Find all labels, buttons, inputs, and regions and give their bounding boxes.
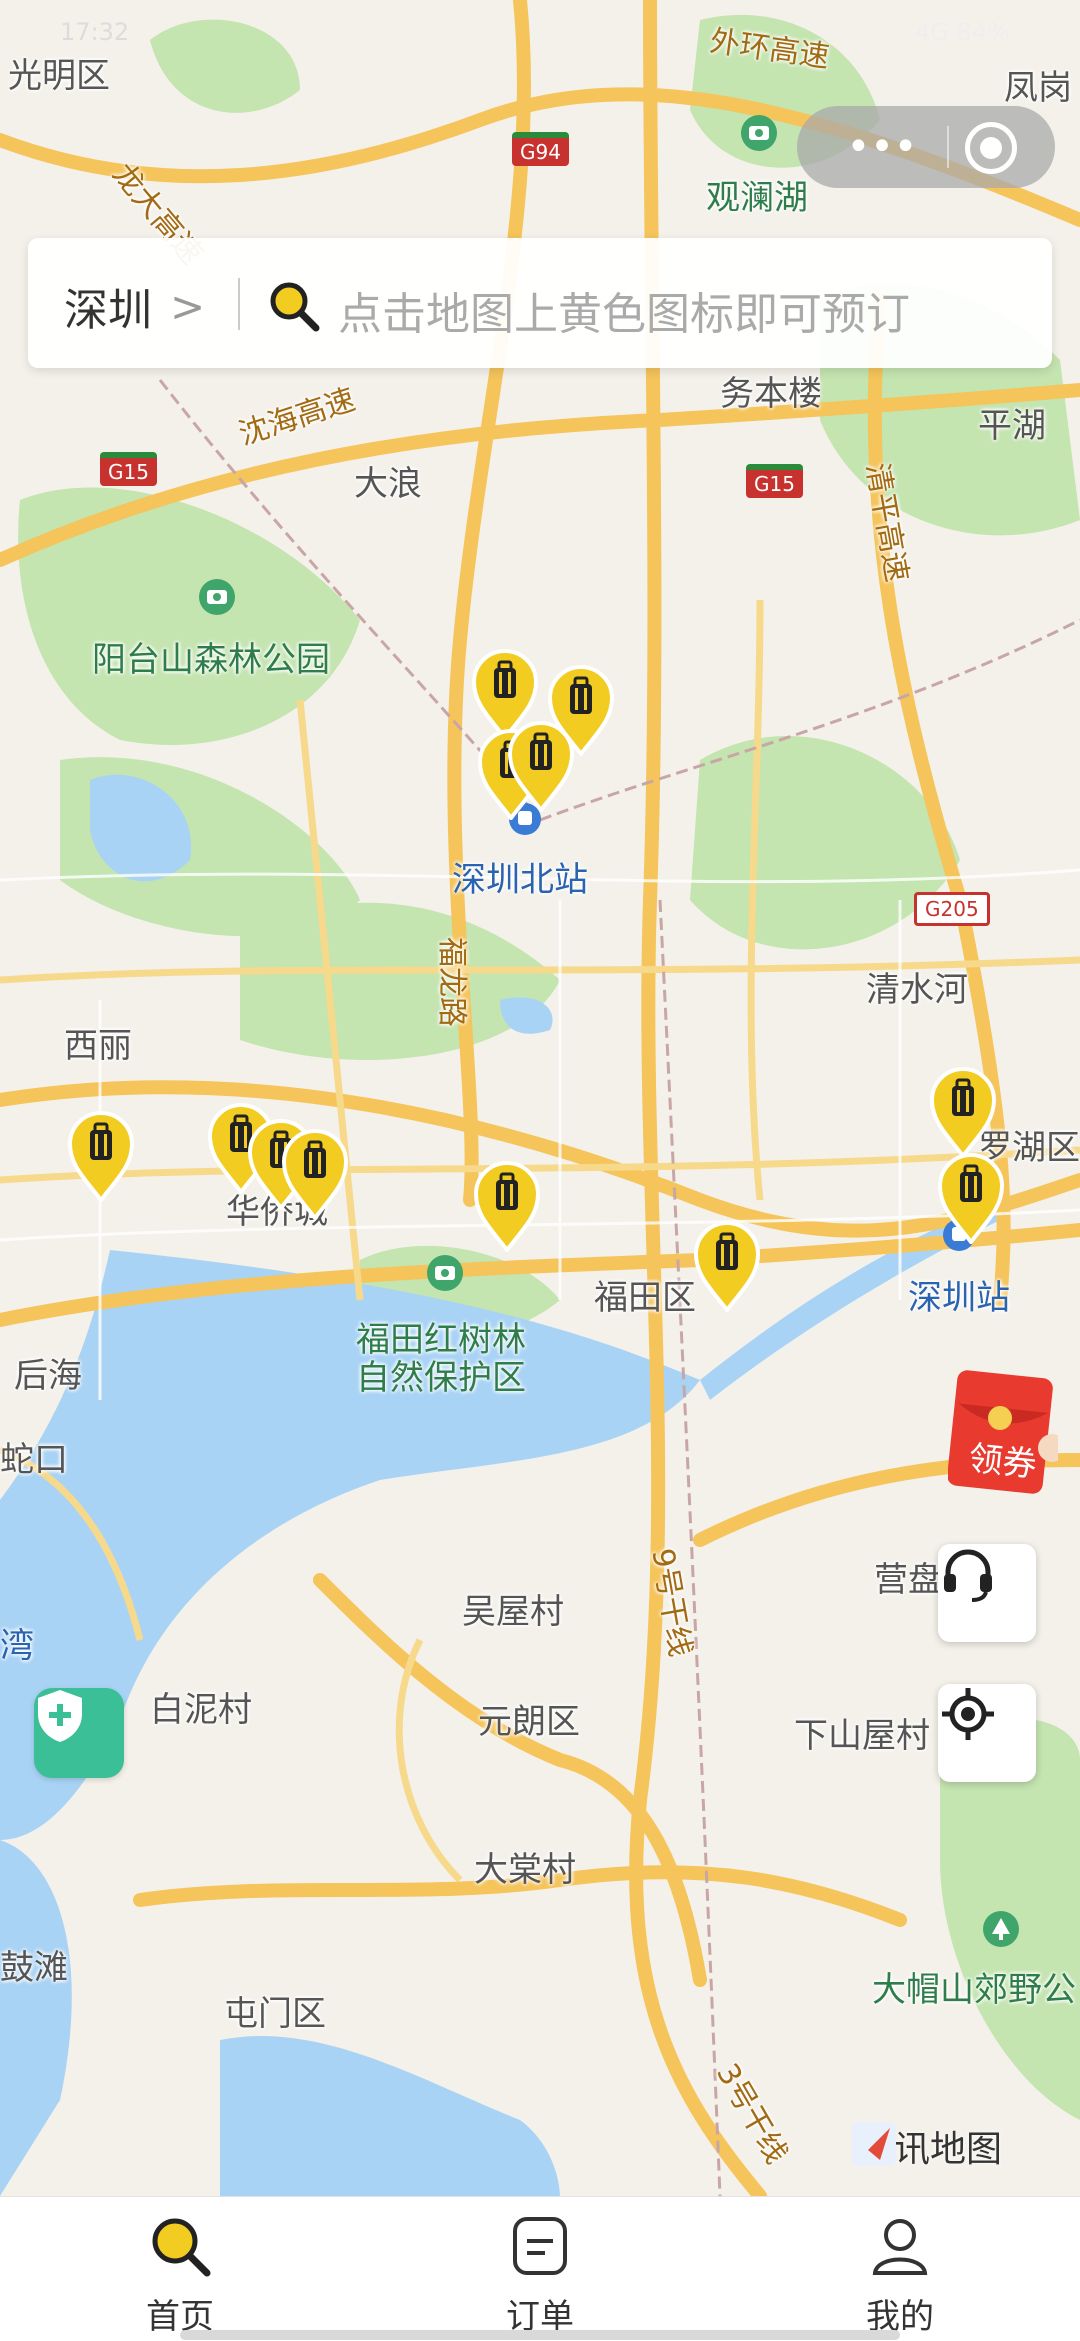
luggage-storage-marker[interactable] bbox=[936, 1152, 1006, 1244]
order-list-icon bbox=[513, 2217, 567, 2275]
map-label: 福龙路 bbox=[434, 937, 469, 1027]
map-label: 自然保护区 bbox=[356, 1358, 526, 1398]
status-time: 17:32 bbox=[60, 18, 130, 46]
coupon-label: 领券 bbox=[966, 1438, 1039, 1486]
more-button[interactable]: ••• bbox=[827, 120, 937, 174]
compass-icon bbox=[852, 2122, 896, 2166]
map-label: 光明区 bbox=[8, 56, 110, 96]
map-label: 深圳北站 bbox=[452, 860, 588, 900]
map-label: 白泥村 bbox=[150, 1690, 252, 1730]
coupon-button[interactable]: 领券 bbox=[948, 1368, 1058, 1498]
map-label: 大帽山郊野公 bbox=[872, 1970, 1076, 2010]
status-bar: 17:32 4G 84% bbox=[0, 10, 1080, 50]
more-dots-icon: ••• bbox=[846, 124, 918, 170]
search-icon bbox=[270, 282, 320, 332]
search-input[interactable]: 点击地图上黄色图标即可预订 bbox=[338, 278, 910, 342]
chevron-right-icon: > bbox=[170, 281, 206, 331]
highway-shield: G94 bbox=[512, 132, 569, 166]
customer-service-button[interactable] bbox=[938, 1544, 1036, 1642]
map-label: 西丽 bbox=[64, 1026, 132, 1066]
map-label: 大棠村 bbox=[474, 1850, 576, 1890]
map-label: 鼓滩 bbox=[0, 1948, 68, 1988]
map-label: 屯门区 bbox=[224, 1994, 326, 2034]
status-indicators: 4G 84% bbox=[915, 18, 1010, 46]
shield-plus-icon bbox=[38, 1690, 82, 1742]
map-label: 湾 bbox=[0, 1626, 34, 1666]
map-label: 务本楼 bbox=[720, 374, 822, 414]
highway-shield: G205 bbox=[914, 892, 990, 926]
map-label: 平湖 bbox=[978, 406, 1046, 446]
map-label: 阳台山森林公园 bbox=[92, 640, 330, 680]
capsule-divider bbox=[947, 126, 949, 168]
map-label: 下山屋村 bbox=[794, 1716, 930, 1756]
tab-bar: 首页 订单 我的 bbox=[0, 2196, 1080, 2341]
tab-orders[interactable]: 订单 bbox=[360, 2197, 720, 2341]
home-indicator bbox=[180, 2330, 900, 2340]
camera-icon bbox=[427, 1255, 463, 1291]
map-label: 后海 bbox=[14, 1356, 82, 1396]
headset-icon bbox=[944, 1549, 992, 1602]
luggage-storage-marker[interactable] bbox=[928, 1066, 998, 1158]
camera-icon bbox=[741, 115, 777, 151]
map-label: 元朗区 bbox=[478, 1702, 580, 1742]
map-provider-logo: 腾讯地图 bbox=[850, 2120, 1002, 2172]
search-divider bbox=[238, 278, 240, 330]
map-label: 观澜湖 bbox=[706, 178, 808, 218]
crosshair-icon bbox=[942, 1688, 994, 1740]
map-label: 营盘 bbox=[874, 1560, 942, 1600]
search-icon bbox=[152, 2218, 211, 2277]
user-icon bbox=[872, 2219, 928, 2275]
map-label: 福田区 bbox=[594, 1278, 696, 1318]
highway-shield: G15 bbox=[746, 464, 803, 498]
city-name: 深圳 bbox=[64, 285, 152, 336]
tab-profile[interactable]: 我的 bbox=[720, 2197, 1080, 2341]
luggage-storage-marker[interactable] bbox=[280, 1128, 350, 1220]
miniprogram-capsule: ••• bbox=[797, 106, 1055, 188]
camera-icon bbox=[199, 579, 235, 615]
city-selector[interactable]: 深圳 > bbox=[64, 274, 205, 338]
map-label: 凤岗 bbox=[1004, 68, 1072, 108]
map-label: 深圳站 bbox=[908, 1278, 1010, 1318]
luggage-storage-marker[interactable] bbox=[472, 1160, 542, 1252]
map-label: 蛇口 bbox=[0, 1440, 68, 1480]
map-label: 大浪 bbox=[354, 464, 422, 504]
map-label: 清水河 bbox=[866, 970, 968, 1010]
highway-shield: G15 bbox=[100, 452, 157, 486]
luggage-storage-marker[interactable] bbox=[692, 1220, 762, 1312]
luggage-storage-marker[interactable] bbox=[66, 1110, 136, 1202]
locate-me-button[interactable] bbox=[938, 1684, 1036, 1782]
map-label: 吴屋村 bbox=[462, 1592, 564, 1632]
close-miniprogram-button[interactable] bbox=[965, 122, 1017, 174]
safety-shield-button[interactable] bbox=[34, 1688, 124, 1778]
search-bar: 深圳 > 点击地图上黄色图标即可预订 bbox=[28, 238, 1052, 368]
tab-home[interactable]: 首页 bbox=[0, 2197, 360, 2341]
tree-icon bbox=[983, 1911, 1019, 1947]
luggage-storage-marker[interactable] bbox=[506, 720, 576, 812]
